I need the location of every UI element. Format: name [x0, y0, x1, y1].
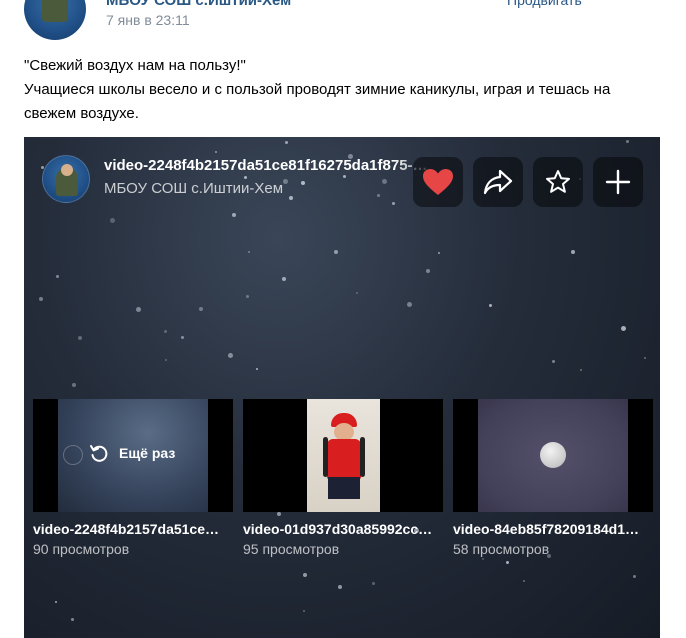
add-button[interactable]	[593, 157, 643, 207]
video-player[interactable]: video-2248f4b2157da51ce81f16275da1f875-……	[24, 137, 660, 638]
favorite-button[interactable]	[533, 157, 583, 207]
snowflake	[246, 295, 249, 298]
moon-object	[540, 442, 566, 468]
video-title[interactable]: video-2248f4b2157da51ce81f16275da1f875-…	[104, 157, 444, 174]
author-name[interactable]: МБОУ СОШ с.Иштии-Хем	[106, 0, 291, 9]
snowflake	[489, 304, 492, 307]
replay-label: Ещё раз	[119, 445, 176, 461]
snowflake	[626, 140, 629, 143]
related-video-title[interactable]: video-01d937d30a85992cc…	[243, 521, 443, 537]
post-date[interactable]: 7 янв в 23:11	[106, 12, 190, 28]
replay-button[interactable]: Ещё раз	[89, 443, 175, 463]
snowflake	[244, 176, 247, 179]
add-icon	[605, 169, 631, 195]
snowflake	[571, 250, 575, 254]
channel-avatar[interactable]	[42, 155, 90, 203]
snowflake	[407, 302, 412, 307]
snowflake	[644, 357, 646, 359]
post-text: "Свежий воздух нам на пользу!" Учащиеся …	[24, 54, 660, 126]
snowflake	[232, 213, 236, 217]
snowflake	[71, 618, 74, 621]
thumbnail-image	[307, 399, 380, 512]
video-channel-name[interactable]: МБОУ СОШ с.Иштии-Хем	[104, 180, 283, 197]
author-avatar[interactable]	[24, 0, 86, 40]
related-video-title[interactable]: video-84eb85f78209184d1…	[453, 521, 653, 537]
snowflake	[303, 610, 305, 612]
snowflake	[215, 151, 217, 153]
snowflake	[426, 269, 430, 273]
snowflake	[303, 573, 307, 577]
snowflake	[343, 175, 346, 178]
girl-braid	[360, 437, 365, 477]
snowflake	[285, 141, 288, 144]
snowflake	[377, 194, 380, 197]
snowflake	[633, 575, 636, 578]
snowflake	[289, 196, 293, 200]
snowflake	[506, 561, 509, 564]
snowflake	[78, 336, 82, 340]
snowflake	[228, 353, 233, 358]
post-header: МБОУ СОШ с.Иштии-Хем 7 янв в 23:11 Продв…	[24, 0, 664, 40]
post-text-line: Учащиеся школы весело и с пользой провод…	[24, 81, 611, 122]
post-text-line: "Свежий воздух нам на пользу!"	[24, 57, 246, 74]
snowflake	[282, 277, 286, 281]
like-icon	[423, 169, 453, 195]
snowflake	[372, 582, 375, 585]
avatar-figure	[42, 0, 68, 22]
snowflake	[334, 250, 338, 254]
snowflake	[72, 383, 76, 387]
snowflake	[283, 179, 288, 184]
snowflake	[438, 252, 440, 254]
watermark-icon	[63, 445, 83, 465]
snowflake	[382, 179, 387, 184]
snowflake	[248, 251, 250, 253]
snowflake	[39, 297, 43, 301]
snowflake	[165, 359, 167, 361]
snowflake	[181, 336, 184, 339]
video-thumbnail[interactable]	[243, 399, 443, 512]
related-video-views: 90 просмотров	[33, 541, 130, 557]
snowflake	[552, 360, 555, 363]
share-button[interactable]	[473, 157, 523, 207]
snowflake	[580, 369, 582, 371]
snowflake	[338, 585, 342, 589]
girl-skirt	[328, 477, 360, 499]
related-video-2[interactable]: video-01d937d30a85992cc… 95 просмотров	[243, 399, 443, 559]
related-video-title[interactable]: video-2248f4b2157da51ce…	[33, 521, 233, 537]
snowflake	[110, 218, 115, 223]
girl-shirt	[327, 439, 361, 479]
thumbnail-image	[478, 399, 628, 512]
snowflake	[55, 601, 57, 603]
snowflake	[523, 580, 525, 582]
related-video-3[interactable]: video-84eb85f78209184d1… 58 просмотров	[453, 399, 653, 559]
girl-braid	[323, 437, 328, 477]
related-video-views: 58 просмотров	[453, 541, 550, 557]
promote-link[interactable]: Продвигать	[507, 0, 582, 8]
snowflake	[356, 292, 358, 294]
snowflake	[256, 368, 258, 370]
snowflake	[136, 307, 141, 312]
more-options-icon[interactable]: ···	[636, 0, 655, 8]
avatar-face	[61, 164, 73, 176]
snowflake	[199, 307, 203, 311]
video-thumbnail[interactable]	[453, 399, 653, 512]
snowflake	[56, 275, 59, 278]
like-button[interactable]	[413, 157, 463, 207]
related-video-views: 95 просмотров	[243, 541, 340, 557]
snowflake	[301, 181, 305, 185]
share-icon	[483, 169, 513, 195]
replay-icon	[90, 445, 108, 462]
snowflake	[164, 330, 167, 333]
related-video-1[interactable]: Ещё раз video-2248f4b2157da51ce… 90 прос…	[33, 399, 233, 559]
video-thumbnail[interactable]: Ещё раз	[33, 399, 233, 512]
snowflake	[621, 326, 626, 331]
favorite-icon	[546, 170, 570, 193]
snowflake	[392, 202, 395, 205]
